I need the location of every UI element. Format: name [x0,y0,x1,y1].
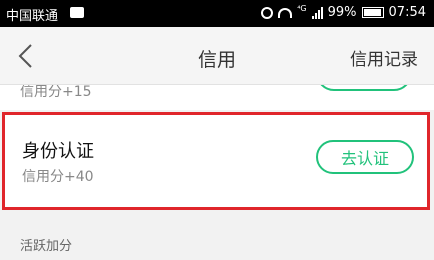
identity-verification-item: 身份认证 信用分+40 去认证 [2,112,430,210]
wifi-icon [278,7,293,18]
partial-action-button[interactable] [316,85,412,91]
back-button[interactable] [10,39,44,73]
list-item-partial: 信用分+15 [0,85,434,110]
sim-card-icon [70,7,84,18]
credit-points-label: 信用分+15 [20,85,92,100]
credit-records-button[interactable]: 信用记录 [350,45,418,70]
alarm-icon [261,6,274,19]
item-title: 身份认证 [22,141,94,162]
chevron-left-icon [18,44,32,68]
battery-icon [361,7,384,18]
signal-strength-icon [311,6,323,19]
navigation-bar: 信用 信用记录 [0,27,434,85]
network-type-label: ⁴G [297,4,307,13]
battery-percent: 99% [327,5,357,20]
status-bar: 中国联通 ⁴G 99% 07:54 [0,0,434,27]
carrier-name: 中国联通 [6,9,59,24]
status-bar-right: ⁴G 99% 07:54 [261,4,426,20]
credit-points-label: 信用分+40 [22,169,94,185]
clock-time: 07:54 [388,5,426,20]
section-header-active-bonus: 活跃加分 [20,239,73,254]
go-verify-button[interactable]: 去认证 [316,140,414,174]
